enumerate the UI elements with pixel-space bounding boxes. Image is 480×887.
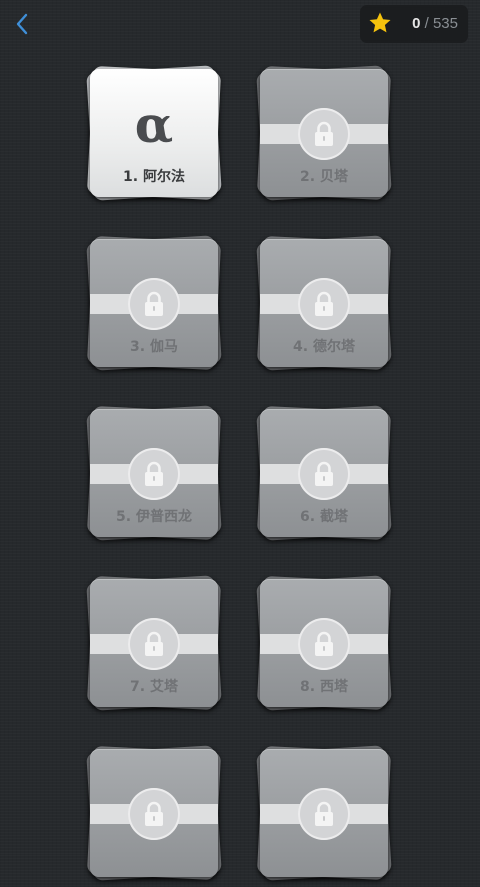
- lock-icon: [145, 801, 163, 826]
- level-card-9[interactable]: [86, 745, 227, 887]
- card-face: 8. 西塔: [260, 579, 388, 707]
- level-card-7[interactable]: 7. 艾塔: [86, 575, 227, 717]
- lock-icon: [145, 631, 163, 656]
- level-label: 8. 西塔: [300, 679, 348, 695]
- level-card-6[interactable]: 6. 截塔: [256, 405, 397, 547]
- lock-icon: [315, 801, 333, 826]
- card-face: [260, 749, 388, 877]
- card-face: α 1. 阿尔法: [90, 69, 218, 197]
- score-separator: /: [420, 15, 433, 32]
- level-label: 6. 截塔: [300, 509, 348, 525]
- level-card-5[interactable]: 5. 伊普西龙: [86, 405, 227, 547]
- level-label: 2. 贝塔: [300, 169, 348, 185]
- score-counter: 0 / 535: [360, 5, 468, 43]
- level-card-8[interactable]: 8. 西塔: [256, 575, 397, 717]
- card-face: 6. 截塔: [260, 409, 388, 537]
- level-label: 7. 艾塔: [130, 679, 178, 695]
- lock-icon: [315, 291, 333, 316]
- card-face: 5. 伊普西龙: [90, 409, 218, 537]
- lock-icon: [145, 291, 163, 316]
- score-total: 535: [432, 15, 458, 32]
- card-face: 3. 伽马: [90, 239, 218, 367]
- lock-icon: [315, 631, 333, 656]
- level-label: 5. 伊普西龙: [116, 509, 192, 525]
- level-card-1[interactable]: α 1. 阿尔法: [86, 65, 227, 207]
- star-icon: [369, 12, 391, 33]
- card-face: [90, 749, 218, 877]
- level-card-10[interactable]: [256, 745, 397, 887]
- card-face: 7. 艾塔: [90, 579, 218, 707]
- chevron-left-icon: [16, 13, 28, 35]
- card-face: 4. 德尔塔: [260, 239, 388, 367]
- level-label: 4. 德尔塔: [293, 339, 355, 355]
- level-card-4[interactable]: 4. 德尔塔: [256, 235, 397, 377]
- level-card-2[interactable]: 2. 贝塔: [256, 65, 397, 207]
- level-card-3[interactable]: 3. 伽马: [86, 235, 227, 377]
- level-label: 3. 伽马: [130, 339, 178, 355]
- lock-icon: [145, 461, 163, 486]
- back-button[interactable]: [4, 6, 40, 42]
- lock-icon: [315, 121, 333, 146]
- score-text: 0 / 535: [412, 5, 458, 43]
- card-face: 2. 贝塔: [260, 69, 388, 197]
- level-glyph: α: [134, 95, 174, 154]
- level-label: 1. 阿尔法: [123, 169, 185, 185]
- lock-icon: [315, 461, 333, 486]
